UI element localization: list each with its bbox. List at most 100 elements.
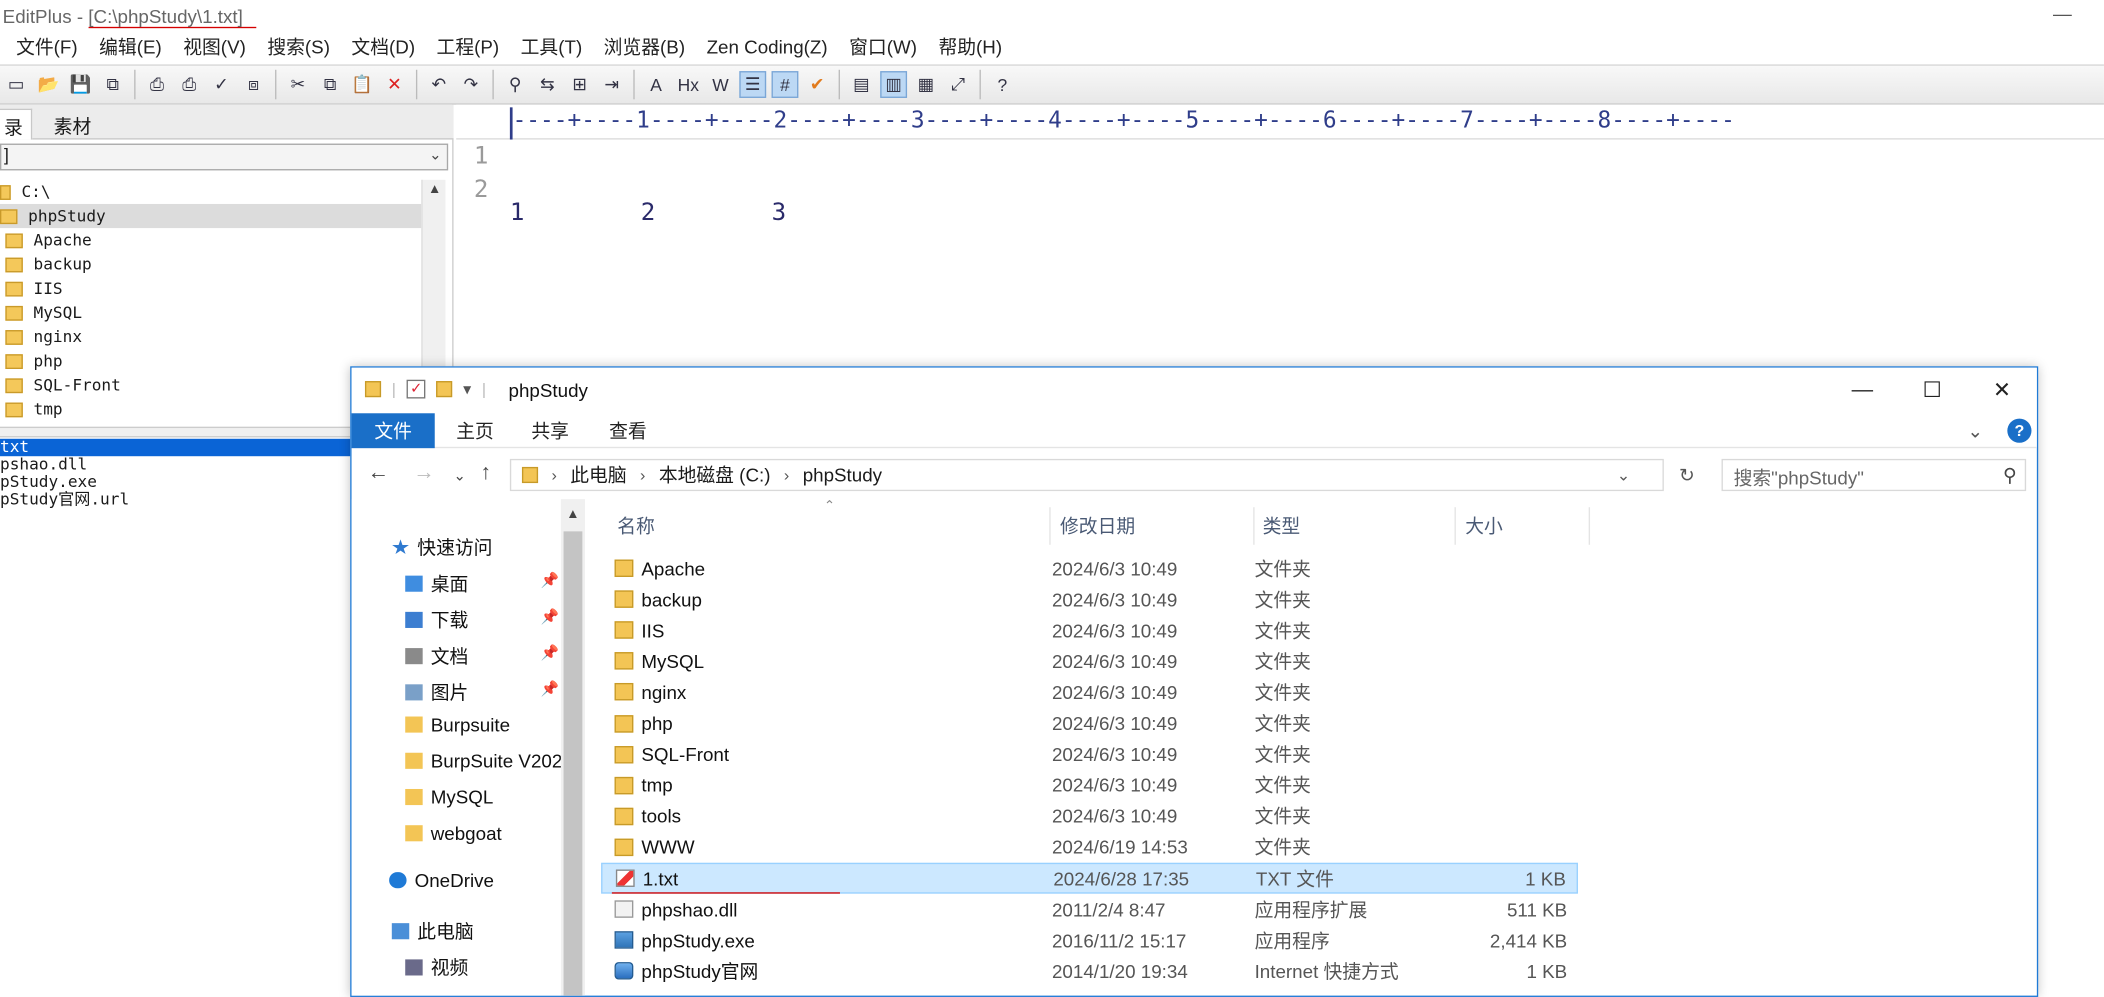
file-row[interactable]: Apache 2024/6/3 10:49 文件夹 [601,553,1578,584]
file-item[interactable]: pStudy.exe [0,473,352,491]
menu-item[interactable]: 文件(F) [16,34,78,61]
menu-item[interactable]: 帮助(H) [938,34,1002,61]
directory-icon[interactable]: ▦ [912,71,939,98]
tree-item[interactable]: Apache [0,228,421,252]
spellcheck-toggle-icon[interactable]: ✔ [804,71,831,98]
spellcheck-icon[interactable]: ✓ [208,71,235,98]
chevron-right-icon[interactable]: › [551,466,556,485]
scroll-thumb[interactable] [563,531,583,996]
tree-item[interactable]: backup [0,252,421,276]
column-divider[interactable] [1588,507,1591,545]
properties-icon[interactable]: ✓ [406,379,426,399]
menu-item[interactable]: 窗口(W) [849,34,917,61]
file-row[interactable]: backup 2024/6/3 10:49 文件夹 [601,584,1578,615]
menu-item[interactable]: 编辑(E) [99,34,162,61]
code-line[interactable]: 1 2 3 [510,199,786,233]
tab-cliptext[interactable]: 素材 [46,109,100,140]
address-box[interactable]: › 此电脑 › 本地磁盘 (C:) › phpStudy ⌄ ↻ [509,458,1695,492]
nav-folder[interactable]: Burpsuite [405,714,510,735]
column-modified[interactable]: 修改日期 [1060,513,1135,540]
drive-select[interactable]: ] ⌄ [0,143,449,171]
tab-share[interactable]: 共享 [515,413,585,448]
menu-item[interactable]: 浏览器(B) [604,34,685,61]
chevron-down-icon[interactable]: ⌄ [1617,466,1631,485]
menu-item[interactable]: 搜索(S) [267,34,330,61]
pin-icon[interactable]: 📌 [541,608,559,625]
file-item[interactable]: txt [0,438,352,457]
scroll-up-icon[interactable]: ▲ [428,182,441,197]
tree-item[interactable]: MySQL [0,301,421,325]
open-icon[interactable]: 📂 [35,71,62,98]
tree-item[interactable]: phpStudy [0,203,422,229]
customize-dropdown-icon[interactable]: ▾ [463,380,471,399]
minimize-button[interactable]: — [1828,368,1898,414]
file-row[interactable]: phpStudy.exe 2016/11/2 15:17 应用程序 2,414 KB [601,925,1578,956]
breadcrumb-phpstudy[interactable]: phpStudy [803,464,882,485]
undo-icon[interactable]: ↶ [425,71,452,98]
file-row[interactable]: SQL-Front 2024/6/3 10:49 文件夹 [601,739,1578,770]
nav-desktop[interactable]: 桌面 [405,570,468,597]
column-type[interactable]: 类型 [1263,513,1301,540]
maximize-button[interactable]: ☐ [1897,368,1967,414]
print-preview-icon[interactable]: ⎙ [144,71,171,98]
close-button[interactable]: ✕ [1967,368,2037,414]
help-icon[interactable]: ? [2007,418,2032,443]
column-divider[interactable] [1049,507,1051,545]
file-row[interactable]: nginx 2024/6/3 10:49 文件夹 [601,677,1578,708]
nav-folder[interactable]: BurpSuite V202 [405,750,562,772]
nav-folder[interactable]: MySQL [405,786,493,808]
find-in-files-icon[interactable]: ⊞ [566,71,593,98]
up-arrow-icon[interactable]: ↑ [480,462,491,486]
minimize-button[interactable]: — [2053,3,2072,24]
file-row[interactable]: MySQL 2024/6/3 10:49 文件夹 [601,646,1578,677]
code-text[interactable]: 1 2 3 [510,142,786,378]
search-icon[interactable]: ⚲ [2003,464,2017,487]
browser-icon[interactable]: ⧈ [240,71,267,98]
nav-documents[interactable]: 文档 [405,643,468,670]
tab-directory[interactable]: 录 [0,108,33,140]
column-name[interactable]: 名称 [617,513,655,540]
code-line[interactable] [510,288,786,322]
tree-item[interactable]: IIS [0,276,421,300]
replace-icon[interactable]: ⇆ [534,71,561,98]
print-icon[interactable]: ⎙ [176,71,203,98]
ruler-icon[interactable]: ☰ [739,71,767,98]
nav-folder[interactable]: webgoat [405,823,502,844]
nav-quick-access[interactable]: 快速访问 [392,534,492,561]
tree-item[interactable]: C:\ [0,180,421,204]
paste-icon[interactable]: 📋 [349,71,376,98]
redo-icon[interactable]: ↷ [458,71,485,98]
refresh-icon[interactable]: ↻ [1679,464,1695,487]
back-arrow-icon[interactable]: ← [368,462,389,486]
nav-videos[interactable]: 视频 [405,954,468,981]
column-size[interactable]: 大小 [1465,513,1503,540]
nav-onedrive[interactable]: OneDrive [389,869,494,891]
menu-item[interactable]: 文档(D) [351,34,415,61]
new-folder-icon[interactable] [436,381,453,398]
cut-icon[interactable]: ✂ [284,71,311,98]
tab-view[interactable]: 查看 [593,413,663,448]
fullscreen-icon[interactable]: ⤢ [945,71,972,98]
menu-item[interactable]: Zen Coding(Z) [707,36,828,57]
file-item[interactable]: pshao.dll [0,456,352,473]
tree-item[interactable]: nginx [0,325,421,349]
tab-file[interactable]: 文件 [351,413,435,449]
save-icon[interactable]: 💾 [67,71,94,98]
tab-home[interactable]: 主页 [440,413,510,448]
chevron-right-icon[interactable]: › [784,466,789,485]
line-number-icon[interactable]: # [771,71,799,98]
file-row[interactable]: phpshao.dll 2011/2/4 8:47 应用程序扩展 511 KB [601,894,1578,925]
word-wrap-icon[interactable]: W [707,71,734,98]
pin-icon[interactable]: 📌 [541,644,559,661]
file-row[interactable]: 1.txt 2024/6/28 17:35 TXT 文件 1 KB [601,862,1578,894]
pin-icon[interactable]: 📌 [541,572,559,589]
nav-scrollbar[interactable]: ▲ [560,499,586,996]
column-divider[interactable] [1454,507,1456,545]
nav-download[interactable]: 下载 [405,606,468,633]
file-row[interactable]: IIS 2024/6/3 10:49 文件夹 [601,615,1578,646]
nav-this-pc[interactable]: 此电脑 [391,918,474,945]
hex-icon[interactable]: Hx [675,71,702,98]
file-row[interactable]: tmp 2024/6/3 10:49 文件夹 [601,770,1578,801]
breadcrumb-this-pc[interactable]: 此电脑 [570,462,626,489]
breadcrumb-local-disk[interactable]: 本地磁盘 (C:) [659,462,771,489]
